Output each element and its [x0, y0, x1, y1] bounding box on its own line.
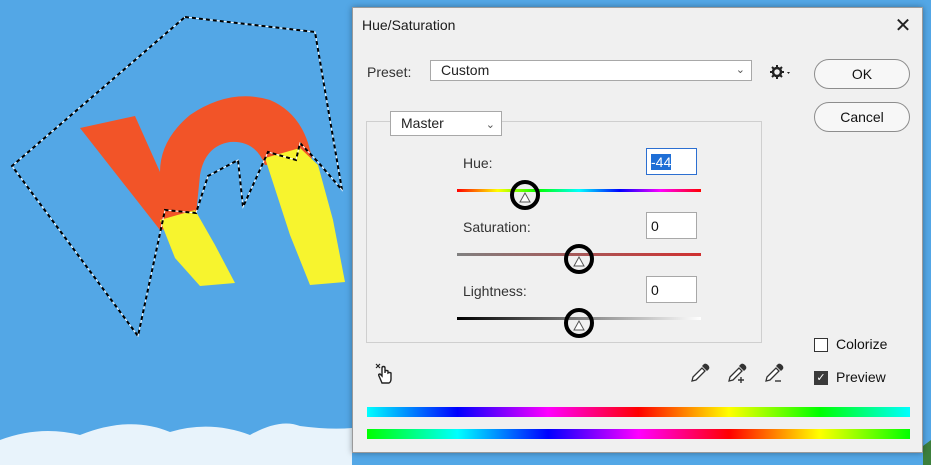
chevron-down-icon: ⌄	[485, 119, 495, 131]
preset-label: Preset:	[367, 64, 412, 80]
highlight-circle	[564, 244, 594, 274]
colorize-checkbox[interactable]	[814, 338, 828, 352]
preset-dropdown[interactable]: Custom ⌄	[430, 60, 752, 81]
adjustment-group	[366, 121, 762, 343]
eyedropper-icon[interactable]	[689, 362, 711, 384]
hue-slider-track[interactable]	[457, 189, 701, 192]
dialog-title: Hue/Saturation	[362, 17, 456, 33]
close-icon: ✕	[894, 14, 912, 37]
hue-label: Hue:	[463, 155, 493, 171]
source-color-bar	[367, 407, 910, 417]
lightness-input[interactable]: 0	[646, 276, 697, 303]
targeted-adjustment-hand-icon[interactable]	[373, 362, 397, 386]
hue-saturation-dialog: Hue/Saturation ✕ Preset: Custom ⌄ OK Can…	[352, 7, 923, 453]
colorize-label[interactable]: Colorize	[836, 336, 887, 352]
channel-dropdown[interactable]: Master ⌄	[390, 111, 502, 136]
preview-label[interactable]: Preview	[836, 369, 886, 385]
ok-button[interactable]: OK	[814, 59, 910, 89]
preset-value: Custom	[441, 62, 490, 78]
chevron-down-icon: ⌄	[735, 64, 745, 76]
preview-checkbox[interactable]: ✓	[814, 371, 828, 385]
adjusted-color-bar	[367, 429, 910, 439]
eyedropper-add-icon[interactable]	[726, 362, 750, 386]
cancel-button[interactable]: Cancel	[814, 102, 910, 132]
highlight-circle	[564, 308, 594, 338]
lightness-label: Lightness:	[463, 283, 527, 299]
saturation-label: Saturation:	[463, 219, 531, 235]
eyedropper-subtract-icon[interactable]	[763, 362, 787, 386]
saturation-input[interactable]: 0	[646, 212, 697, 239]
gear-icon[interactable]	[769, 64, 793, 80]
close-button[interactable]: ✕	[889, 11, 917, 39]
hue-input[interactable]: -44	[646, 148, 697, 175]
channel-value: Master	[401, 115, 444, 131]
